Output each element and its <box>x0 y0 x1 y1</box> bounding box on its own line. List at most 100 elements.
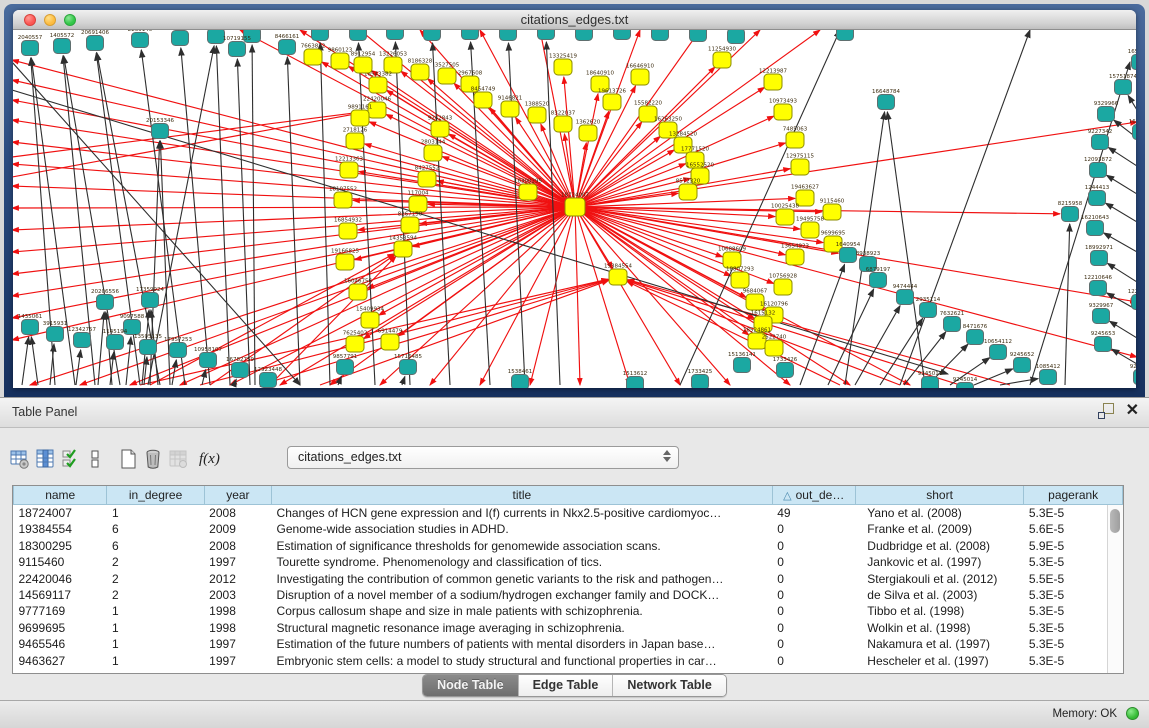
table-cell[interactable]: 2008 <box>204 505 271 522</box>
graph-edge[interactable] <box>216 46 230 385</box>
graph-node[interactable] <box>369 77 387 93</box>
graph-node[interactable] <box>1132 55 1137 70</box>
graph-node[interactable] <box>200 353 217 368</box>
row-height-icon[interactable] <box>83 447 107 471</box>
graph-node[interactable] <box>424 30 441 41</box>
graph-edge[interactable] <box>13 207 569 230</box>
graph-node[interactable] <box>734 358 751 373</box>
graph-node[interactable] <box>519 184 537 200</box>
graph-node[interactable] <box>690 30 707 42</box>
table-cell[interactable]: 6 <box>107 521 204 537</box>
table-scrollbar[interactable] <box>1107 505 1123 673</box>
table-cell[interactable]: 2009 <box>204 521 271 537</box>
table-cell[interactable]: 1 <box>107 636 204 652</box>
table-cell[interactable]: Jankovic et al. (1997) <box>855 554 1024 570</box>
graph-node[interactable] <box>346 336 364 352</box>
table-cell[interactable]: 22420046 <box>14 571 107 587</box>
table-cell[interactable]: 9465546 <box>14 636 107 652</box>
table-cell[interactable]: 1998 <box>204 603 271 619</box>
graph-node[interactable] <box>474 92 492 108</box>
graph-node[interactable] <box>336 254 354 270</box>
table-cell[interactable]: 9463627 <box>14 653 107 669</box>
graph-node[interactable] <box>229 42 246 57</box>
column-header-year[interactable]: year <box>204 486 271 505</box>
graph-node[interactable] <box>140 340 157 355</box>
table-settings-icon[interactable] <box>8 447 32 471</box>
graph-node[interactable] <box>922 377 939 389</box>
graph-node[interactable] <box>1091 251 1108 266</box>
table-cell[interactable]: 14569117 <box>14 587 107 603</box>
table-cell[interactable]: Yano et al. (2008) <box>855 505 1024 522</box>
graph-node[interactable] <box>512 375 529 389</box>
graph-edge[interactable] <box>581 209 1136 357</box>
graph-node[interactable] <box>350 30 367 41</box>
column-header-name[interactable]: name <box>14 486 107 505</box>
graph-node[interactable] <box>579 125 597 141</box>
table-cell[interactable]: 2 <box>107 554 204 570</box>
table-cell[interactable]: Embryonic stem cells: a model to study s… <box>272 653 773 669</box>
table-cell[interactable]: 18300295 <box>14 538 107 554</box>
graph-node[interactable] <box>1090 163 1107 178</box>
table-cell[interactable]: 2012 <box>204 571 271 587</box>
graph-node[interactable] <box>22 41 39 56</box>
network-canvas[interactable]: 1872400718300295132260531654338222420046… <box>13 30 1136 388</box>
graph-node[interactable] <box>142 293 159 308</box>
graph-edge[interactable] <box>433 43 450 385</box>
graph-edge[interactable] <box>13 207 569 208</box>
graph-edge[interactable] <box>1128 96 1136 110</box>
graph-node[interactable] <box>337 360 354 375</box>
graph-edge[interactable] <box>402 376 405 385</box>
graph-node[interactable] <box>603 94 621 110</box>
graph-node[interactable] <box>614 30 631 40</box>
table-row[interactable]: 1872400712008Changes of HCN gene express… <box>14 505 1123 522</box>
table-row[interactable]: 2242004622012Investigating the contribut… <box>14 571 1123 587</box>
table-row[interactable]: 946362711997Embryonic stem cells: a mode… <box>14 653 1123 669</box>
graph-node[interactable] <box>791 159 809 175</box>
citation-network-graph[interactable]: 1872400718300295132260531654338222420046… <box>13 30 1136 388</box>
table-cell[interactable]: Dudbridge et al. (2008) <box>855 538 1024 554</box>
table-cell[interactable]: 0 <box>772 653 855 669</box>
table-cell[interactable]: 2008 <box>204 538 271 554</box>
graph-node[interactable] <box>334 192 352 208</box>
graph-node[interactable] <box>1132 295 1137 310</box>
graph-edge[interactable] <box>577 213 630 385</box>
graph-node[interactable] <box>47 327 64 342</box>
table-row[interactable]: 1456911722003Disruption of a novel membe… <box>14 587 1123 603</box>
table-row[interactable]: 1938455462009Genome-wide association stu… <box>14 521 1123 537</box>
new-table-icon[interactable] <box>116 447 140 471</box>
graph-node[interactable] <box>576 30 593 41</box>
graph-node[interactable] <box>351 110 369 126</box>
table-cell[interactable]: 0 <box>772 538 855 554</box>
graph-edge[interactable] <box>880 318 923 385</box>
table-scrollbar-thumb[interactable] <box>1110 509 1120 533</box>
table-cell[interactable]: 1997 <box>204 554 271 570</box>
graph-edge[interactable] <box>578 212 680 385</box>
graph-node[interactable] <box>1062 207 1079 222</box>
graph-edge[interactable] <box>900 30 1030 385</box>
graph-edge[interactable] <box>576 94 598 201</box>
graph-node[interactable] <box>400 360 417 375</box>
graph-edge[interactable] <box>202 370 206 385</box>
graph-node[interactable] <box>1090 281 1107 296</box>
graph-edge[interactable] <box>1106 203 1136 222</box>
graph-node[interactable] <box>990 345 1007 360</box>
table-cell[interactable]: Corpus callosum shape and size in male p… <box>272 603 773 619</box>
graph-node[interactable] <box>152 124 169 139</box>
column-header-title[interactable]: title <box>272 486 773 505</box>
graph-node[interactable] <box>652 30 669 41</box>
graph-node[interactable] <box>870 273 887 288</box>
graph-node[interactable] <box>1089 191 1106 206</box>
table-cell[interactable]: 0 <box>772 636 855 652</box>
column-header-in_degree[interactable]: in_degree <box>107 486 204 505</box>
table-cell[interactable]: 9699695 <box>14 620 107 636</box>
column-header-pagerank[interactable]: pagerank <box>1024 486 1123 505</box>
graph-node[interactable] <box>528 107 546 123</box>
graph-edge[interactable] <box>31 337 38 385</box>
graph-node[interactable] <box>764 74 782 90</box>
graph-node[interactable] <box>823 204 841 220</box>
graph-edge[interactable] <box>22 337 29 385</box>
table-cell[interactable]: 6 <box>107 538 204 554</box>
graph-node[interactable] <box>232 363 249 378</box>
graph-node[interactable] <box>312 30 329 41</box>
table-cell[interactable]: Estimation of the future numbers of pati… <box>272 636 773 652</box>
